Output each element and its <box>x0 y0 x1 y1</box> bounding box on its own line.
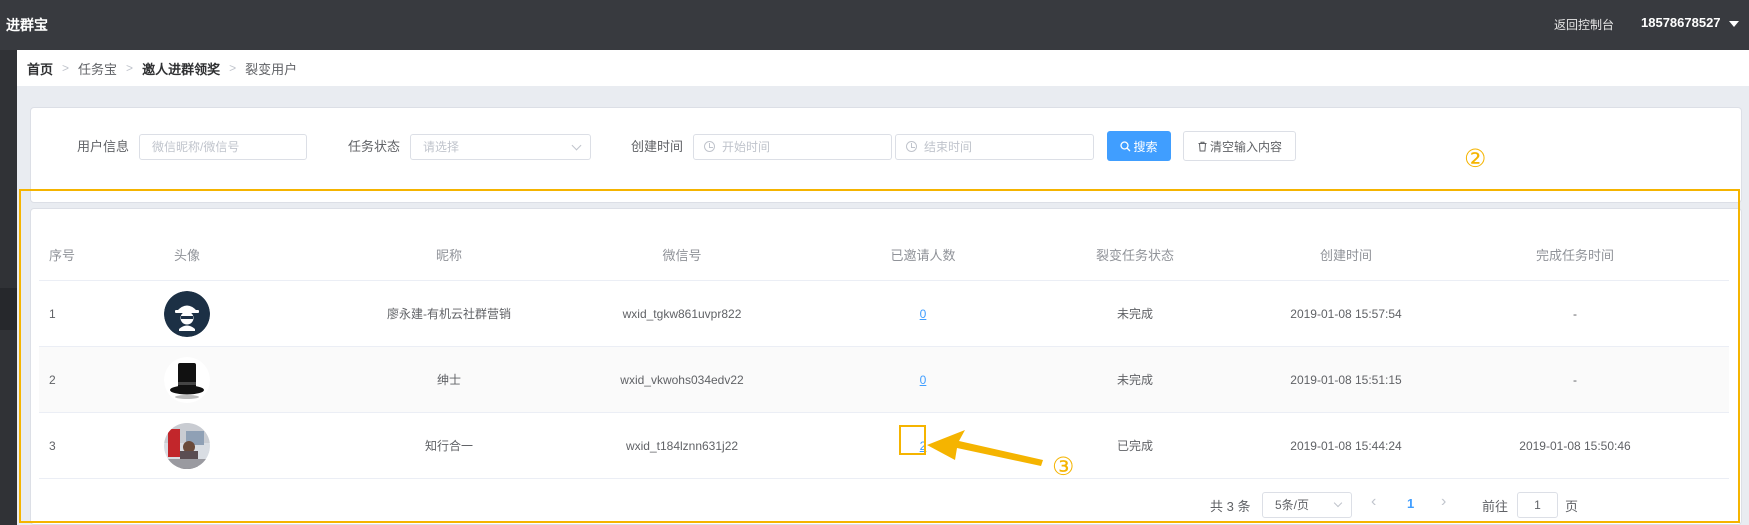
user-info-label: 用户信息 <box>77 139 130 154</box>
user-info-input[interactable] <box>139 134 307 160</box>
created-time-label: 创建时间 <box>631 139 684 154</box>
breadcrumb: 首页 > 任务宝 > 邀人进群领奖 > 裂变用户 <box>17 50 1749 86</box>
breadcrumb-task-treasure[interactable]: 任务宝 <box>78 59 117 78</box>
annotation-marker-3: ③ <box>1052 452 1075 481</box>
search-icon <box>1120 140 1131 151</box>
annotation-marker-2: ② <box>1464 144 1487 173</box>
clear-inputs-button[interactable]: 清空输入内容 <box>1183 131 1296 161</box>
chevron-down-icon <box>571 140 582 151</box>
top-bar: 进群宝 返回控制台 18578678527 <box>0 0 1749 50</box>
annotation-box-table <box>19 189 1740 523</box>
breadcrumb-invite-reward[interactable]: 邀人进群领奖 <box>142 59 220 78</box>
caret-down-icon <box>1728 20 1739 27</box>
annotation-box-invited <box>899 425 926 455</box>
status-select[interactable]: 请选择 <box>410 134 591 160</box>
sidebar-active-item[interactable] <box>0 288 17 330</box>
chevron-right-icon: > <box>229 61 237 75</box>
sidebar <box>0 50 17 525</box>
end-date-input[interactable]: 结束时间 <box>895 134 1094 160</box>
app-brand[interactable]: 进群宝 <box>6 15 48 35</box>
clock-icon <box>906 141 917 152</box>
search-button[interactable]: 搜索 <box>1107 131 1171 161</box>
chevron-right-icon: > <box>62 61 70 75</box>
clear-button-label: 清空输入内容 <box>1209 139 1282 154</box>
status-select-placeholder: 请选择 <box>423 140 460 154</box>
status-label: 任务状态 <box>348 139 401 154</box>
end-date-placeholder: 结束时间 <box>924 140 973 154</box>
breadcrumb-home[interactable]: 首页 <box>27 59 53 78</box>
clock-icon <box>704 141 715 152</box>
breadcrumb-fission-users: 裂变用户 <box>245 61 298 77</box>
search-button-label: 搜索 <box>1133 139 1158 154</box>
user-phone: 18578678527 <box>1641 15 1721 30</box>
user-menu[interactable]: 18578678527 <box>1641 15 1739 30</box>
start-date-placeholder: 开始时间 <box>722 140 771 154</box>
trash-icon <box>1198 141 1207 151</box>
annotation-arrow-icon <box>927 430 1043 466</box>
back-to-console-link[interactable]: 返回控制台 <box>1554 16 1614 33</box>
start-date-input[interactable]: 开始时间 <box>693 134 892 160</box>
chevron-right-icon: > <box>126 61 134 75</box>
